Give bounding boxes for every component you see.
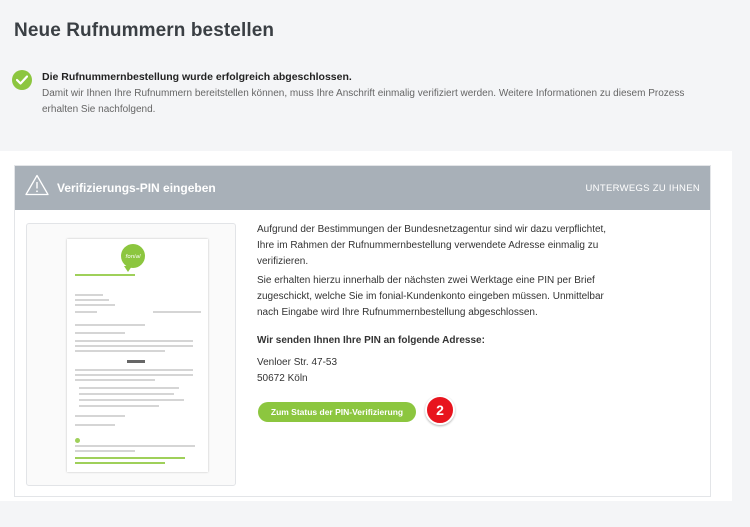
info-paragraph-1: Aufgrund der Bestimmungen der Bundesnetz… <box>257 224 607 267</box>
success-title: Die Rufnummernbestellung wurde erfolgrei… <box>42 71 352 83</box>
card-title: Verifizierungs-PIN eingeben <box>57 181 216 195</box>
step-badge: 2 <box>425 395 455 425</box>
fonial-logo: fonial <box>121 244 145 272</box>
success-text: Damit wir Ihnen Ihre Rufnummern bereitst… <box>42 88 685 115</box>
letter-preview: fonial <box>26 223 236 486</box>
verification-card: Verifizierungs-PIN eingeben UNTERWEGS ZU… <box>0 151 732 501</box>
address-line-2: 50672 Köln <box>257 373 308 384</box>
address-heading: Wir senden Ihnen Ihre PIN an folgende Ad… <box>257 335 485 346</box>
status-badge: UNTERWEGS ZU IHNEN <box>585 183 700 194</box>
letter-image: fonial <box>67 239 208 472</box>
card-header: Verifizierungs-PIN eingeben UNTERWEGS ZU… <box>15 166 710 210</box>
pin-status-button[interactable]: Zum Status der PIN-Verifizierung <box>258 402 416 422</box>
info-text: Aufgrund der Bestimmungen der Bundesnetz… <box>257 222 617 387</box>
info-paragraph-2: Sie erhalten hierzu innerhalb der nächst… <box>257 275 604 318</box>
address-line-1: Venloer Str. 47-53 <box>257 357 338 368</box>
logo-text: fonial <box>125 254 141 260</box>
page-title: Neue Rufnummern bestellen <box>14 20 275 41</box>
warning-triangle-icon <box>25 174 49 201</box>
check-circle-icon <box>12 70 32 90</box>
